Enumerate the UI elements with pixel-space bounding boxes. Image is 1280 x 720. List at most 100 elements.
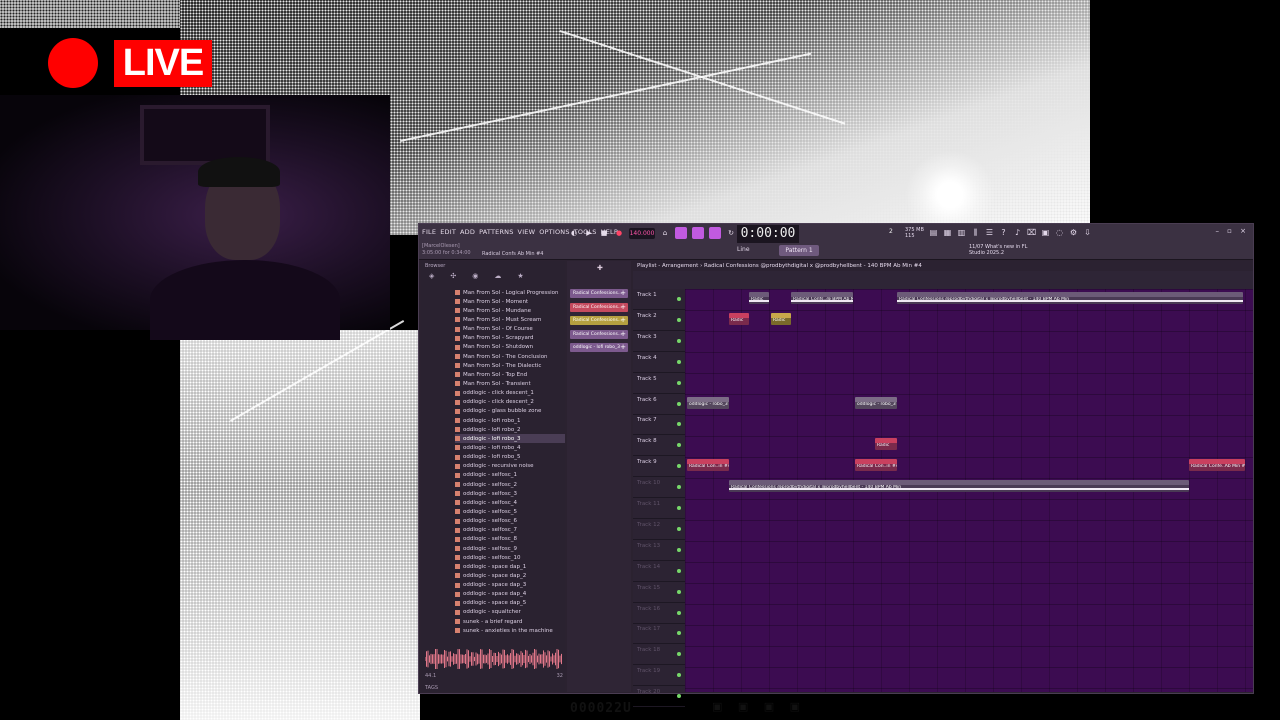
track-header[interactable]: Track 3 <box>633 331 685 352</box>
menu-patterns[interactable]: PATTERNS <box>479 228 513 236</box>
mic-icon[interactable]: ♪ <box>1013 228 1022 237</box>
plugin-icon[interactable]: ⚙ <box>1069 228 1078 237</box>
playlist-clip[interactable]: oddlogic - robo_3 <box>687 396 729 409</box>
browser-item[interactable]: sunek - a brief regard <box>455 617 565 626</box>
track-header[interactable]: Track 20 <box>633 686 685 708</box>
track-header[interactable]: Track 12 <box>633 519 685 540</box>
browser-item[interactable]: oddlogic - selfosc_8 <box>455 535 565 544</box>
track-mute-led[interactable] <box>677 359 681 364</box>
browser-item[interactable]: oddlogic - space dap_1 <box>455 562 565 571</box>
browser-item[interactable]: oddlogic - selfosc_10 <box>455 553 565 562</box>
track-header[interactable]: Track 16 <box>633 603 685 624</box>
menu-edit[interactable]: EDIT <box>440 228 456 236</box>
mixer-icon[interactable]: ⫼ <box>971 228 980 237</box>
browser-item[interactable]: oddlogic - selfosc_5 <box>455 507 565 516</box>
wait-input-button[interactable] <box>675 227 687 239</box>
playlist-clip[interactable]: oddlogic - robo_3 <box>855 396 897 409</box>
track-header[interactable]: Track 15 <box>633 582 685 603</box>
channel-button[interactable]: Radical Confessions... + <box>570 316 628 325</box>
track-header[interactable]: Track 4 <box>633 352 685 373</box>
browser-item[interactable]: oddlogic - lofi robo_4 <box>455 443 565 452</box>
browser-item[interactable]: oddlogic - selfosc_4 <box>455 498 565 507</box>
track-mute-led[interactable] <box>677 380 681 385</box>
browser-item[interactable]: Man From Sol - The Dialectic <box>455 361 565 370</box>
pattern-selector[interactable]: Pattern 1 <box>779 245 819 256</box>
track-mute-led[interactable] <box>677 464 681 469</box>
browser-item[interactable]: oddlogic - selfosc_6 <box>455 517 565 526</box>
chat-icon[interactable]: ◌ <box>1055 228 1064 237</box>
track-header[interactable]: Track 10 <box>633 477 685 499</box>
track-mute-led[interactable] <box>677 422 681 427</box>
channel-add-icon[interactable]: + <box>620 330 626 339</box>
browser-item[interactable]: oddlogic - lofi robo_3 <box>455 434 565 444</box>
browser-item[interactable]: oddlogic - space dap_2 <box>455 571 565 580</box>
menu-options[interactable]: OPTIONS <box>539 228 569 236</box>
track-header[interactable]: Track 9 <box>633 456 685 478</box>
playlist-grid[interactable]: Radic Radical Confs..@ BPM Ab Min Radical … <box>685 289 1253 692</box>
track-header[interactable]: Track 13 <box>633 540 685 561</box>
track-header[interactable]: Track 14 <box>633 561 685 582</box>
track-header[interactable]: Track 19 <box>633 665 685 687</box>
help-icon[interactable]: ? <box>999 228 1008 237</box>
track-header[interactable]: Track 17 <box>633 623 685 645</box>
browser-item[interactable]: Man From Sol - Top End <box>455 370 565 379</box>
step-edit-icon[interactable]: ↻ <box>726 228 736 238</box>
channel-add-icon[interactable]: + <box>620 289 626 298</box>
browser-favorites-icon[interactable]: ★ <box>517 272 523 282</box>
browser-item[interactable]: oddlogic - lofi robo_2 <box>455 425 565 434</box>
lock-icon[interactable]: ⌧ <box>1027 228 1036 237</box>
playlist-clip[interactable]: Radical Con..in #4 <box>687 459 729 472</box>
playlist-clip[interactable]: Radical Confe..Ab Min #4 <box>1189 459 1245 472</box>
browser-plugins-icon[interactable]: ✣ <box>450 272 456 282</box>
channel-button[interactable]: Radical Confessions... + <box>570 289 628 298</box>
time-display[interactable]: 0:00:00 <box>737 225 799 243</box>
browser-item[interactable]: Man From Sol - Scrapyard <box>455 334 565 343</box>
channel-add-icon[interactable]: + <box>620 303 626 312</box>
browser-item[interactable]: oddlogic - selfosc_3 <box>455 489 565 498</box>
browser-item[interactable]: Man From Sol - Shutdown <box>455 343 565 352</box>
menu-view[interactable]: VIEW <box>518 228 536 236</box>
browser-item[interactable]: Man From Sol - Transient <box>455 379 565 388</box>
download-icon[interactable]: ⇩ <box>1083 228 1092 237</box>
playlist-clip[interactable]: Radic <box>749 292 769 304</box>
browser-item[interactable]: oddlogic - selfosc_2 <box>455 480 565 489</box>
browser-item[interactable]: Man From Sol - Of Course <box>455 325 565 334</box>
record-icon[interactable]: ● <box>614 228 624 238</box>
menu-file[interactable]: FILE <box>422 228 436 236</box>
browser-item[interactable]: oddlogic - click descent_1 <box>455 389 565 398</box>
play-icon[interactable]: ▶ <box>584 228 594 238</box>
browser-item[interactable]: Man From Sol - Moment <box>455 297 565 306</box>
browser-item[interactable]: oddlogic - selfosc_7 <box>455 526 565 535</box>
browser-cloud-icon[interactable]: ☁ <box>494 272 501 282</box>
playlist-clip[interactable]: Radic <box>771 312 791 325</box>
track-mute-led[interactable] <box>677 526 681 531</box>
browser-item[interactable]: oddlogic - lofi robo_5 <box>455 453 565 462</box>
browser-item[interactable]: Man From Sol - Logical Progression <box>455 288 565 297</box>
browser-item[interactable]: oddlogic - glass bubble zone <box>455 407 565 416</box>
track-mute-led[interactable] <box>677 610 681 615</box>
pat-song-toggle[interactable]: ◐ <box>569 228 579 238</box>
track-mute-led[interactable] <box>677 652 681 657</box>
browser-item[interactable]: Man From Sol - The Conclusion <box>455 352 565 361</box>
track-mute-led[interactable] <box>677 443 681 448</box>
browser-item[interactable]: oddlogic - recursive noise <box>455 462 565 471</box>
channel-rack-icon[interactable]: ▥ <box>957 228 966 237</box>
track-header[interactable]: Track 5 <box>633 373 685 394</box>
playlist-clip[interactable]: Radical Confessions @prodbythdigital x @… <box>897 292 1243 304</box>
browser-item[interactable]: oddlogic - space dap_3 <box>455 581 565 590</box>
track-header[interactable]: Track 7 <box>633 414 685 436</box>
snap-select[interactable]: Line <box>737 246 750 253</box>
track-mute-led[interactable] <box>677 631 681 636</box>
track-header[interactable]: Track 6 <box>633 394 685 415</box>
browser-item[interactable]: oddlogic - selfosc_9 <box>455 544 565 553</box>
browser-item[interactable]: oddlogic - space dap_5 <box>455 599 565 608</box>
browser-item[interactable]: oddlogic - lofi robo_1 <box>455 416 565 425</box>
browser-icon[interactable]: ☰ <box>985 228 994 237</box>
playlist-icon[interactable]: ▤ <box>929 228 938 237</box>
track-mute-led[interactable] <box>677 338 681 343</box>
track-mute-led[interactable] <box>677 485 681 490</box>
tags-label[interactable]: TAGS <box>425 685 438 691</box>
channel-add-icon[interactable]: + <box>620 343 626 352</box>
track-mute-led[interactable] <box>677 297 681 301</box>
track-header[interactable]: Track 18 <box>633 644 685 666</box>
